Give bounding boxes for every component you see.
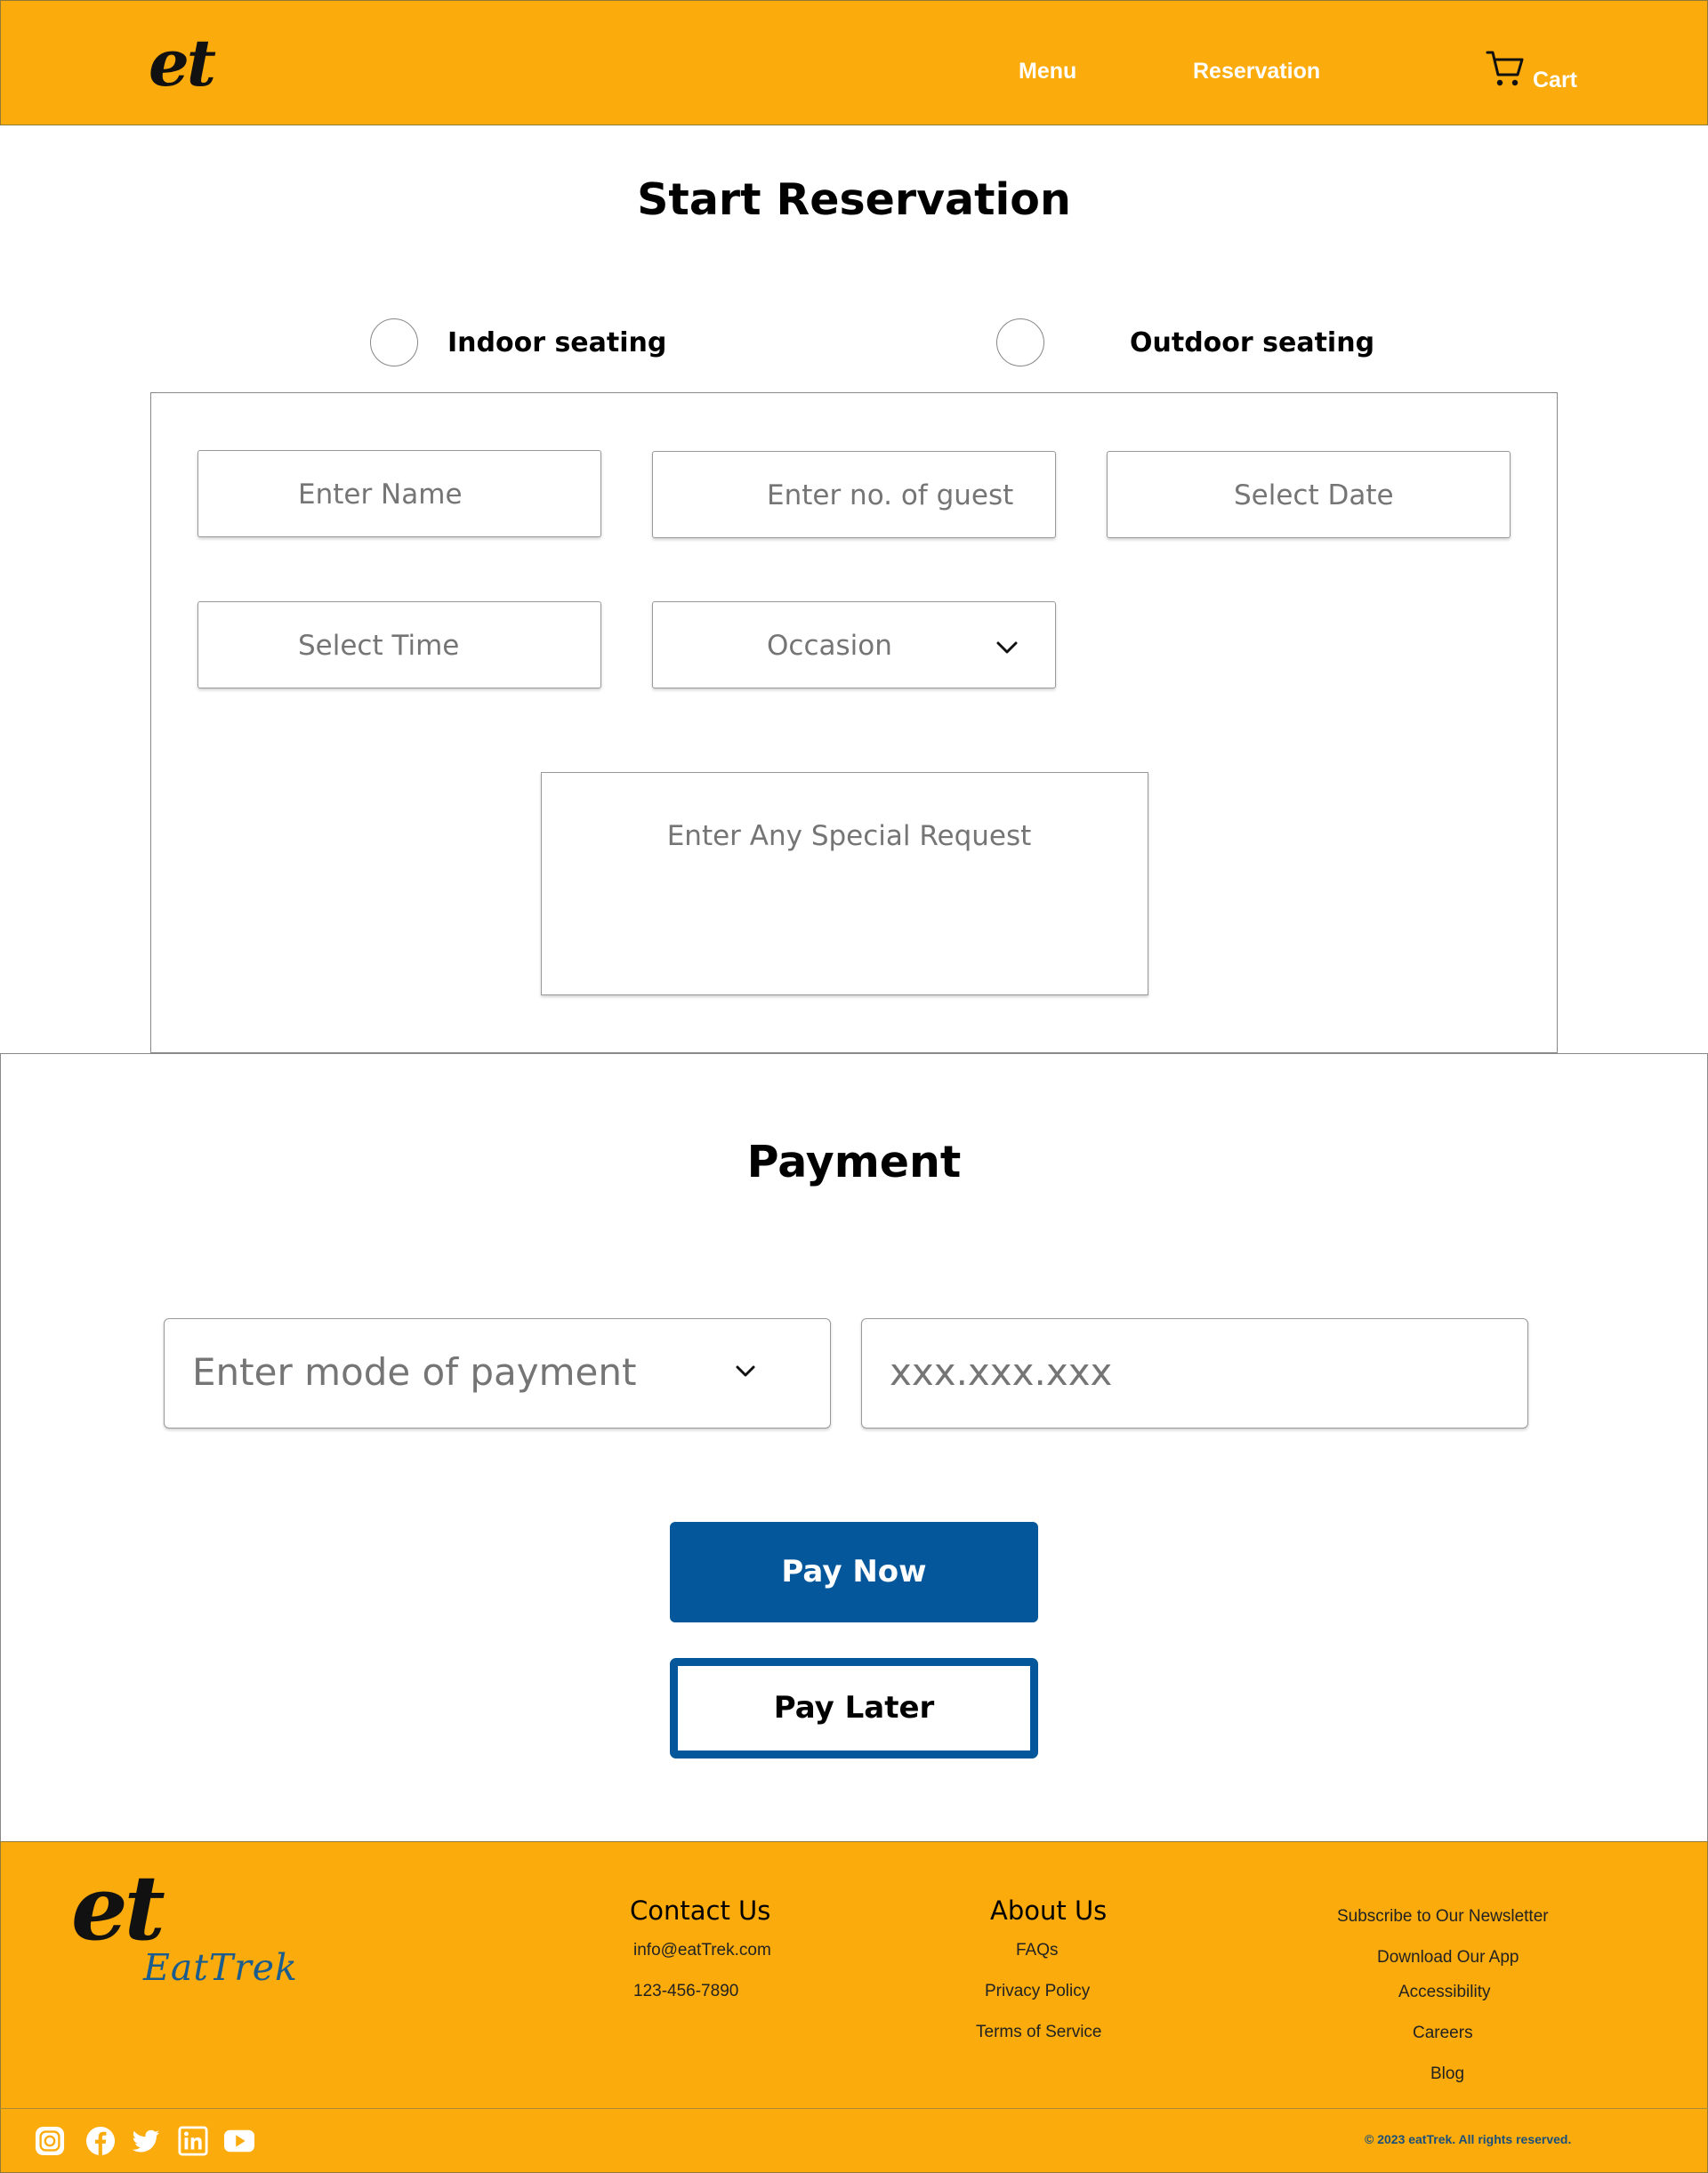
terms-of-service-link[interactable]: Terms of Service bbox=[976, 2022, 1101, 2043]
contact-phone[interactable]: 123-456-7890 bbox=[633, 1981, 738, 2002]
outdoor-seating-label[interactable]: Outdoor seating bbox=[1130, 327, 1374, 359]
contact-heading: Contact Us bbox=[630, 1895, 771, 1926]
indoor-seating-label[interactable]: Indoor seating bbox=[447, 327, 666, 359]
occasion-select[interactable]: Occasion bbox=[652, 601, 1056, 688]
twitter-icon[interactable] bbox=[130, 2126, 162, 2156]
about-heading: About Us bbox=[990, 1895, 1108, 1926]
card-number-placeholder: xxx.xxx.xxx bbox=[890, 1350, 1113, 1394]
pay-later-button[interactable]: Pay Later bbox=[670, 1658, 1038, 1759]
guest-count-input[interactable]: Enter no. of guest bbox=[652, 451, 1056, 538]
pay-now-button[interactable]: Pay Now bbox=[670, 1522, 1038, 1622]
site-footer bbox=[0, 1841, 1708, 2173]
chevron-down-icon bbox=[736, 1365, 755, 1377]
special-request-textarea[interactable]: Enter Any Special Request bbox=[541, 772, 1148, 995]
cart-label: Cart bbox=[1533, 68, 1578, 93]
outdoor-seating-radio[interactable] bbox=[996, 318, 1044, 366]
instagram-icon[interactable] bbox=[34, 2126, 66, 2156]
footer-brand-name: EatTrek bbox=[143, 1946, 298, 1989]
download-app-link[interactable]: Download Our App bbox=[1377, 1947, 1519, 1968]
nav-menu-link[interactable]: Menu bbox=[1019, 58, 1076, 85]
privacy-policy-link[interactable]: Privacy Policy bbox=[985, 1981, 1090, 2002]
youtube-icon[interactable] bbox=[222, 2126, 256, 2156]
card-number-input[interactable]: xxx.xxx.xxx bbox=[861, 1318, 1528, 1429]
name-placeholder: Enter Name bbox=[298, 479, 463, 511]
newsletter-link[interactable]: Subscribe to Our Newsletter bbox=[1337, 1906, 1549, 1928]
indoor-seating-radio[interactable] bbox=[370, 318, 418, 366]
faqs-link[interactable]: FAQs bbox=[1016, 1940, 1059, 1961]
time-picker[interactable]: Select Time bbox=[197, 601, 601, 688]
time-placeholder: Select Time bbox=[298, 630, 460, 662]
guest-count-placeholder: Enter no. of guest bbox=[767, 479, 1014, 511]
date-picker[interactable]: Select Date bbox=[1107, 451, 1511, 538]
nav-reservation-link[interactable]: Reservation bbox=[1193, 58, 1320, 85]
logo[interactable]: et bbox=[149, 28, 216, 99]
payment-mode-placeholder: Enter mode of payment bbox=[192, 1350, 637, 1394]
careers-link[interactable]: Careers bbox=[1413, 2023, 1473, 2044]
copyright-text: © 2023 eatTrek. All rights reserved. bbox=[1365, 2132, 1572, 2146]
footer-logo[interactable]: et bbox=[71, 1859, 165, 1957]
name-input[interactable]: Enter Name bbox=[197, 450, 601, 537]
chevron-down-icon bbox=[996, 641, 1018, 654]
reservation-title: Start Reservation bbox=[637, 174, 1071, 225]
blog-link[interactable]: Blog bbox=[1430, 2064, 1464, 2085]
payment-mode-select[interactable]: Enter mode of payment bbox=[164, 1318, 831, 1429]
facebook-icon[interactable] bbox=[85, 2126, 117, 2156]
cart-button[interactable]: Cart bbox=[1485, 49, 1577, 93]
site-header: et Menu Reservation Cart bbox=[0, 0, 1708, 125]
linkedin-icon[interactable] bbox=[177, 2126, 209, 2156]
occasion-placeholder: Occasion bbox=[767, 630, 892, 662]
contact-email-link[interactable]: info@eatTrek.com bbox=[633, 1940, 771, 1961]
date-placeholder: Select Date bbox=[1234, 479, 1394, 511]
accessibility-link[interactable]: Accessibility bbox=[1398, 1982, 1490, 2003]
shopping-cart-icon bbox=[1485, 48, 1526, 93]
payment-title: Payment bbox=[746, 1137, 962, 1187]
footer-divider bbox=[0, 2108, 1708, 2109]
